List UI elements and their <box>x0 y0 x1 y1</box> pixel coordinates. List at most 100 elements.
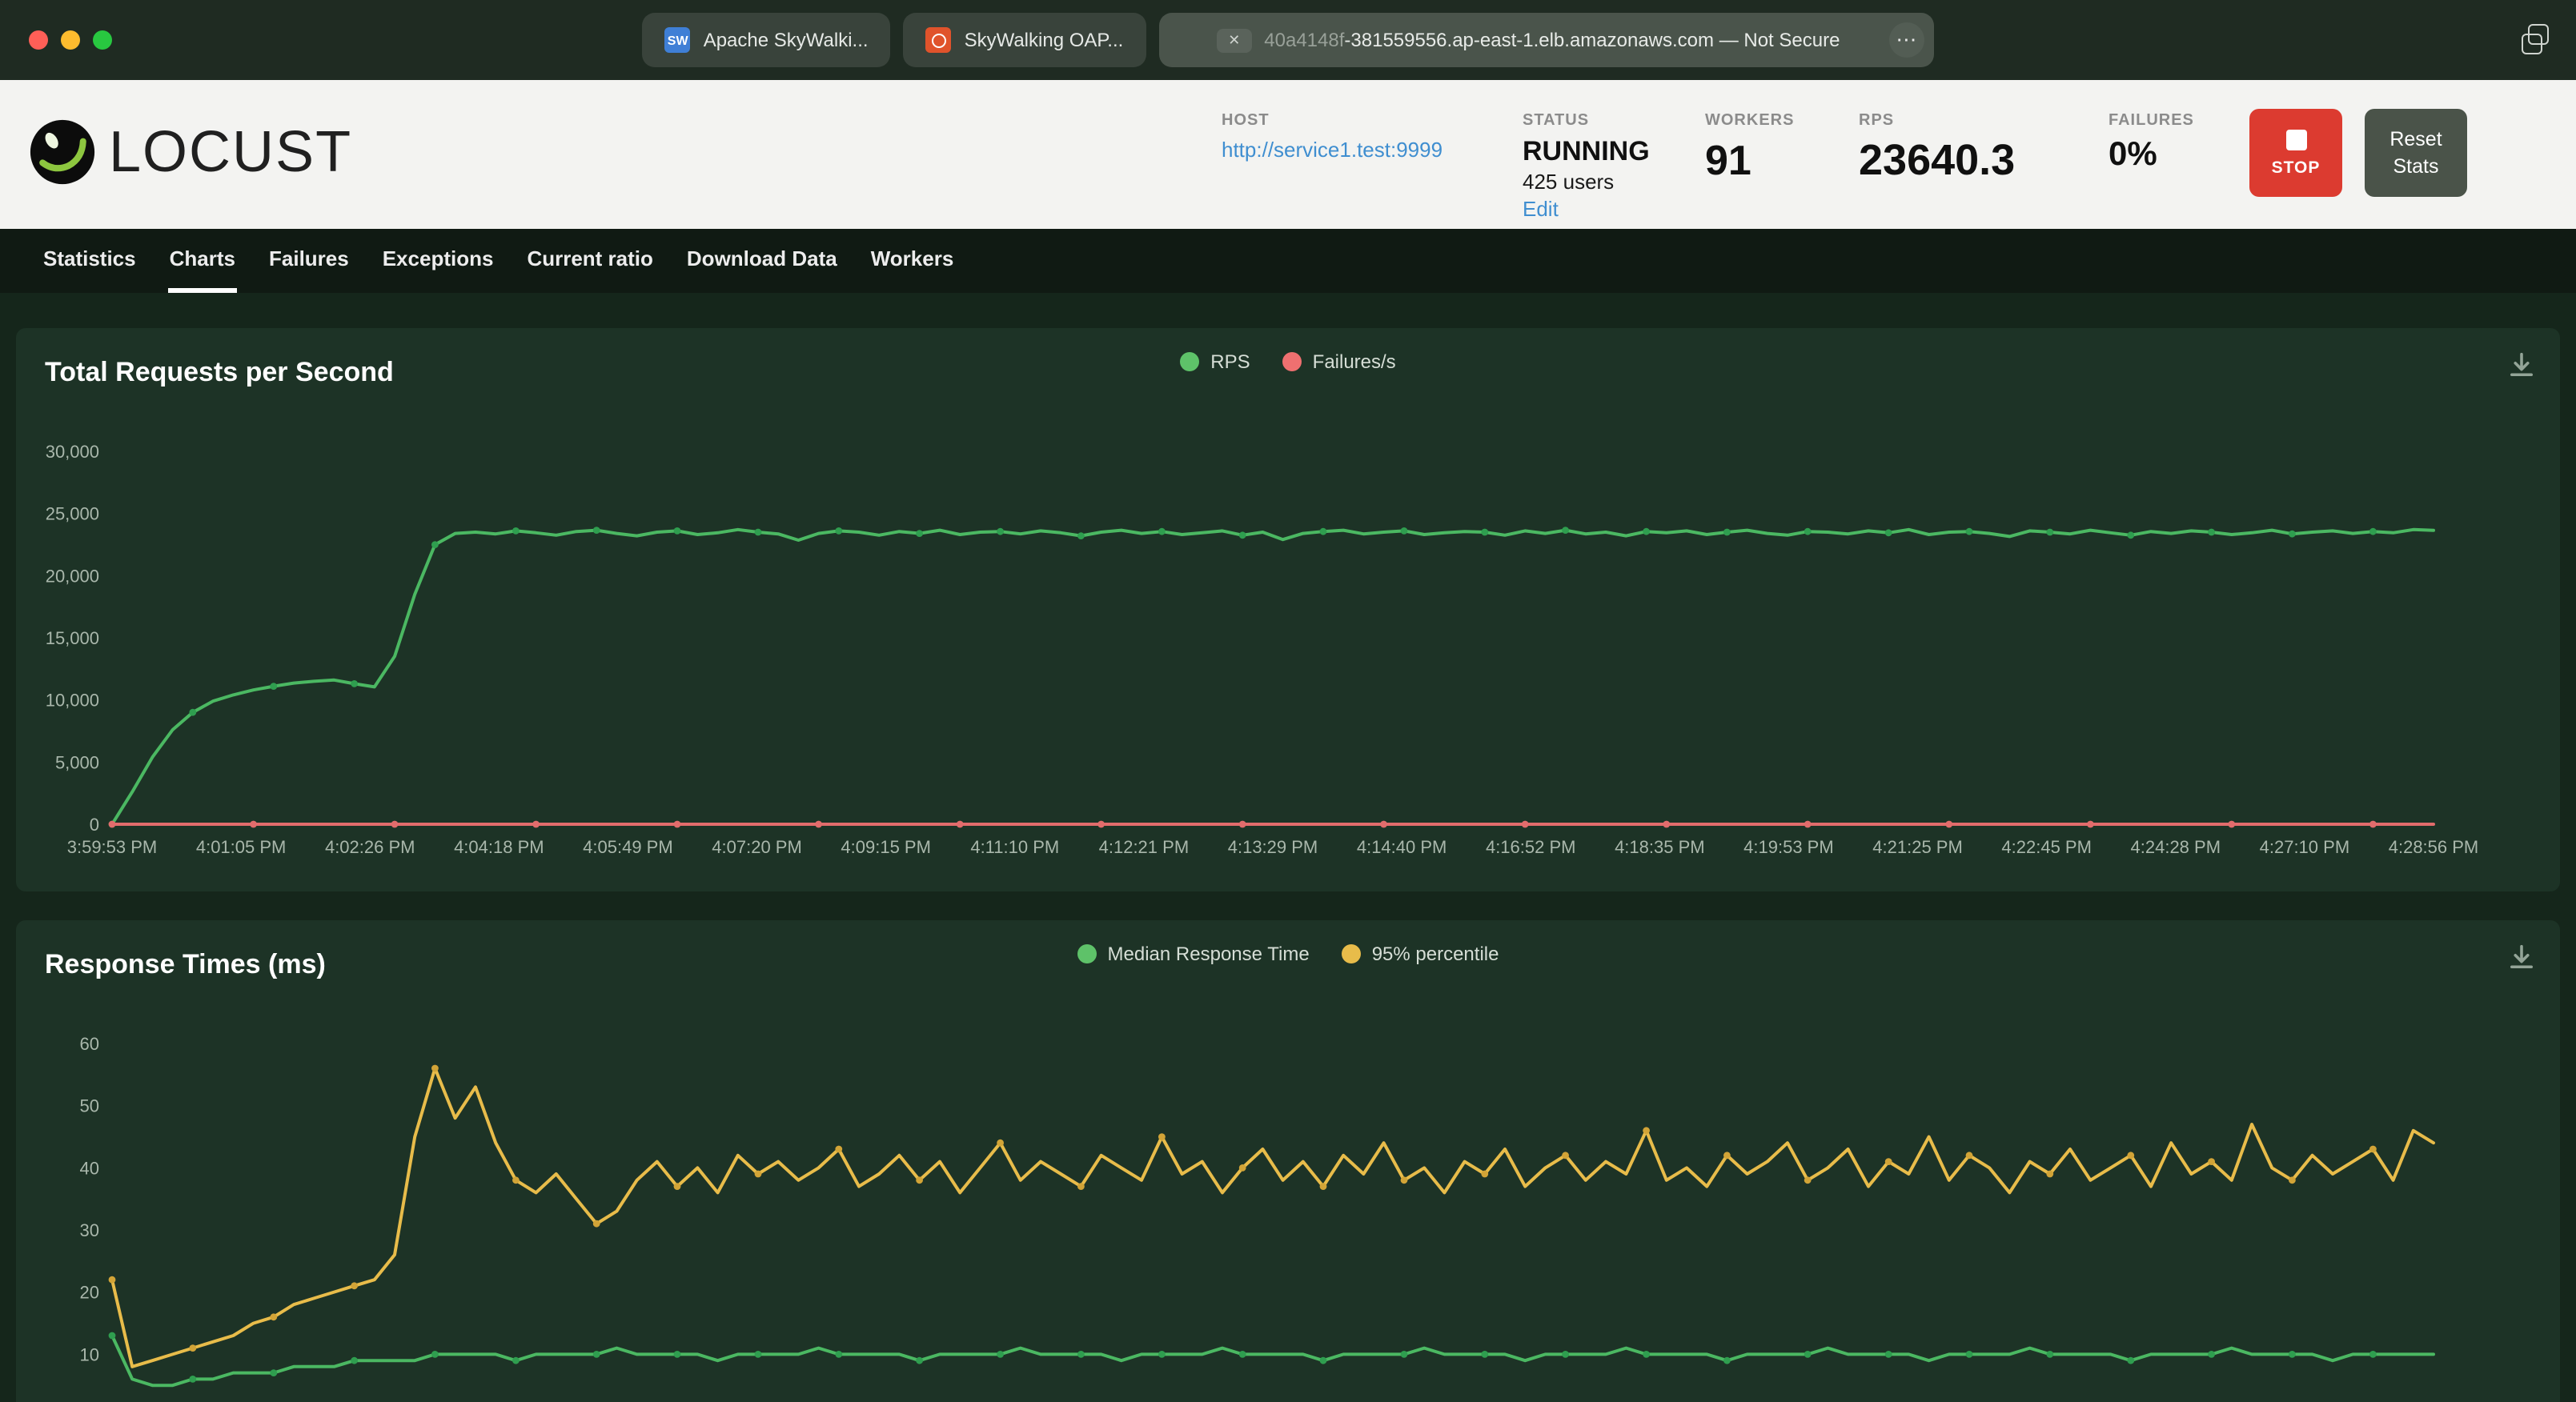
browser-titlebar: SW Apache SkyWalki... SkyWalking OAP... … <box>0 0 2576 80</box>
legend-dot-icon <box>1282 352 1302 371</box>
rps-label: RPS <box>1859 112 1895 130</box>
tab-title: Apache SkyWalki... <box>703 29 869 51</box>
legend-item-rps[interactable]: RPS <box>1180 350 1250 373</box>
svg-text:4:12:21 PM: 4:12:21 PM <box>1099 837 1190 857</box>
stat-host: HOST http://service1.test:9999 <box>1222 112 1497 224</box>
nav-tab-exceptions[interactable]: Exceptions <box>381 229 496 293</box>
stop-button-label: STOP <box>2271 158 2321 177</box>
svg-text:60: 60 <box>80 1034 99 1054</box>
legend-label: Median Response Time <box>1107 943 1310 965</box>
address-url-rest: -381559556.ap-east-1.elb.amazonaws.com —… <box>1344 29 1840 51</box>
stat-workers: WORKERS 91 <box>1705 112 1833 224</box>
legend-item-failures-s[interactable]: Failures/s <box>1282 350 1396 373</box>
status-label: STATUS <box>1523 112 1590 130</box>
workers-label: WORKERS <box>1705 112 1795 130</box>
screen: SW Apache SkyWalki... SkyWalking OAP... … <box>0 0 2576 1402</box>
minimize-window-button[interactable] <box>61 30 80 50</box>
nav-tab-charts[interactable]: Charts <box>167 229 237 293</box>
locust-logo-icon <box>30 119 95 185</box>
oap-favicon <box>925 27 952 53</box>
stat-status: STATUS RUNNING 425 users Edit <box>1523 112 1679 224</box>
skywalking-favicon: SW <box>664 27 691 53</box>
host-label: HOST <box>1222 112 1270 130</box>
nav-tab-workers[interactable]: Workers <box>869 229 956 293</box>
nav-tab-current-ratio[interactable]: Current ratio <box>525 229 654 293</box>
svg-text:15,000: 15,000 <box>46 628 99 648</box>
address-url: 40a4148f-381559556.ap-east-1.elb.amazona… <box>1264 29 1840 51</box>
failures-value: 0% <box>2109 136 2157 173</box>
svg-text:40: 40 <box>80 1158 99 1178</box>
oap-favicon-glyph <box>931 33 946 47</box>
svg-text:4:01:05 PM: 4:01:05 PM <box>196 837 287 857</box>
legend-label: 95% percentile <box>1371 943 1499 965</box>
nav-tabs: Statistics Charts Failures Exceptions Curren… <box>0 229 2576 293</box>
tab-overview-icon <box>2522 24 2549 54</box>
download-chart-icon[interactable] <box>2506 941 2538 973</box>
svg-text:4:19:53 PM: 4:19:53 PM <box>1743 837 1834 857</box>
download-arrow-icon <box>2510 944 2533 968</box>
edit-users-link[interactable]: Edit <box>1523 197 1559 221</box>
svg-text:25,000: 25,000 <box>46 504 99 524</box>
stat-rps: RPS 23640.3 <box>1859 112 2083 224</box>
svg-text:4:07:20 PM: 4:07:20 PM <box>712 837 802 857</box>
svg-text:4:05:49 PM: 4:05:49 PM <box>583 837 673 857</box>
nav-tab-failures[interactable]: Failures <box>267 229 351 293</box>
svg-text:4:11:10 PM: 4:11:10 PM <box>970 837 1059 857</box>
panel-total-rps: Total Requests per Second RPS Failures/s … <box>16 328 2560 891</box>
download-chart-icon[interactable] <box>2506 349 2538 381</box>
close-window-button[interactable] <box>29 30 48 50</box>
svg-text:50: 50 <box>80 1096 99 1116</box>
download-arrow-icon <box>2510 352 2533 376</box>
window-controls <box>29 30 112 50</box>
legend-item-median-response-time[interactable]: Median Response Time <box>1077 943 1310 965</box>
svg-text:4:02:26 PM: 4:02:26 PM <box>325 837 415 857</box>
status-user-count: 425 users <box>1523 170 1615 194</box>
response-times-chart: 0102030405060 <box>80 1034 2435 1388</box>
stat-failures: FAILURES 0% <box>2109 112 2237 224</box>
svg-text:4:16:52 PM: 4:16:52 PM <box>1486 837 1576 857</box>
address-url-prefix: 40a4148f <box>1264 29 1345 51</box>
main-content: Total Requests per Second RPS Failures/s … <box>0 328 2576 1402</box>
legend-dot-icon <box>1077 944 1097 963</box>
tab-overview-button[interactable] <box>2522 24 2550 54</box>
rps-value: 23640.3 <box>1859 136 2016 184</box>
svg-text:4:18:35 PM: 4:18:35 PM <box>1615 837 1705 857</box>
stop-icon <box>2285 129 2306 150</box>
legend-dot-icon <box>1341 944 1361 963</box>
svg-text:4:24:28 PM: 4:24:28 PM <box>2131 837 2221 857</box>
chart-legend-response-times: Median Response Time 95% percentile <box>16 943 2560 965</box>
browser-tab-skywalking-oap[interactable]: SkyWalking OAP... <box>903 13 1146 67</box>
legend-label: RPS <box>1210 350 1250 373</box>
svg-text:20,000: 20,000 <box>46 566 99 586</box>
locust-header: LOCUST HOST http://service1.test:9999 ST… <box>0 80 2576 229</box>
svg-text:0: 0 <box>90 815 99 835</box>
svg-text:4:28:56 PM: 4:28:56 PM <box>2389 837 2479 857</box>
failures-label: FAILURES <box>2109 112 2194 130</box>
reset-stats-button[interactable]: Reset Stats <box>2365 109 2467 197</box>
nav-tab-statistics[interactable]: Statistics <box>42 229 138 293</box>
fullscreen-window-button[interactable] <box>93 30 112 50</box>
tab-title: SkyWalking OAP... <box>964 29 1124 51</box>
svg-text:30: 30 <box>80 1220 99 1240</box>
status-value: RUNNING <box>1523 136 1650 166</box>
svg-text:20: 20 <box>80 1283 99 1303</box>
svg-text:4:09:15 PM: 4:09:15 PM <box>841 837 931 857</box>
legend-item-95-percentile[interactable]: 95% percentile <box>1341 943 1499 965</box>
workers-value: 91 <box>1705 136 1751 184</box>
nav-tab-download-data[interactable]: Download Data <box>685 229 839 293</box>
site-badge-icon: ✕ <box>1217 28 1252 52</box>
browser-tabs: SW Apache SkyWalki... SkyWalking OAP... … <box>642 0 1934 80</box>
browser-tab-active-address[interactable]: ✕ 40a4148f-381559556.ap-east-1.elb.amazo… <box>1158 13 1934 67</box>
rps-chart: 0 5,000 10,000 15,000 20,000 25,000 30,000 3:59… <box>46 442 2479 857</box>
brand-title: LOCUST <box>109 118 353 184</box>
host-link[interactable]: http://service1.test:9999 <box>1222 138 1442 162</box>
svg-text:4:27:10 PM: 4:27:10 PM <box>2260 837 2350 857</box>
svg-text:4:21:25 PM: 4:21:25 PM <box>1872 837 1963 857</box>
svg-text:4:22:45 PM: 4:22:45 PM <box>2001 837 2092 857</box>
chart-legend-total-rps: RPS Failures/s <box>16 350 2560 373</box>
browser-tab-apache-skywalking[interactable]: SW Apache SkyWalki... <box>642 13 891 67</box>
tab-more-button[interactable]: ⋯ <box>1888 22 1924 58</box>
svg-text:4:14:40 PM: 4:14:40 PM <box>1357 837 1447 857</box>
svg-text:10: 10 <box>80 1344 99 1364</box>
stop-button[interactable]: STOP <box>2249 109 2342 197</box>
